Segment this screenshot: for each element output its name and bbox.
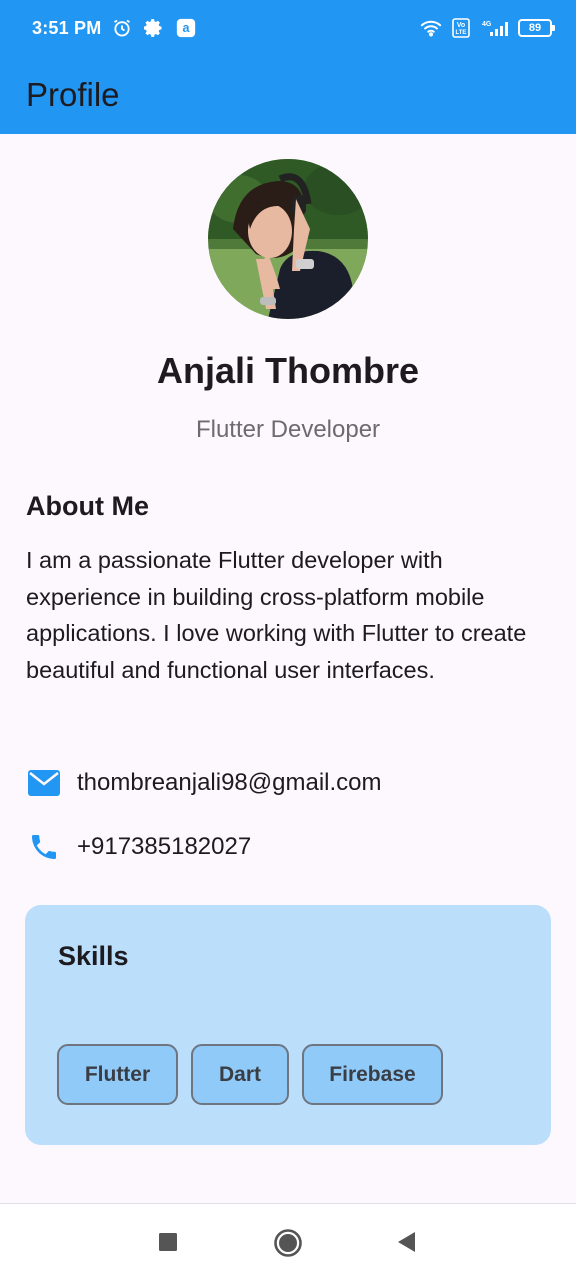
status-bar: 3:51 PM a Vo LTE 4G 89 [0, 0, 576, 56]
profile-name: Anjali Thombre [156, 350, 420, 391]
email-text: thombreanjali98@gmail.com [77, 769, 382, 796]
phone-row[interactable]: +917385182027 [26, 829, 251, 865]
profile-photo [208, 159, 368, 319]
phone-icon [26, 829, 62, 865]
status-right: Vo LTE 4G 89 [420, 17, 555, 39]
app-icon: a [175, 17, 197, 39]
status-left: 3:51 PM a [32, 17, 197, 39]
back-button[interactable] [391, 1227, 421, 1257]
settings-icon [143, 17, 165, 39]
skill-chip-dart[interactable]: Dart [191, 1044, 289, 1105]
email-icon [26, 765, 62, 801]
status-time: 3:51 PM [32, 17, 102, 38]
circle-icon [274, 1229, 302, 1257]
square-icon [159, 1233, 177, 1251]
skills-card: Skills Flutter Dart Firebase [25, 905, 551, 1145]
recent-apps-button[interactable] [153, 1227, 183, 1257]
battery-icon: 89 [518, 19, 555, 37]
skills-chips: Flutter Dart Firebase [57, 1044, 443, 1105]
email-row[interactable]: thombreanjali98@gmail.com [26, 765, 382, 801]
about-text: I am a passionate Flutter developer with… [26, 547, 527, 684]
svg-text:Vo: Vo [457, 22, 465, 29]
home-button[interactable] [272, 1227, 304, 1259]
profile-avatar [208, 159, 368, 319]
volte-icon: Vo LTE [450, 17, 472, 39]
system-nav-bar [0, 1204, 576, 1280]
skill-chip-firebase[interactable]: Firebase [302, 1044, 443, 1105]
svg-text:a: a [183, 21, 191, 35]
phone-text: +917385182027 [77, 833, 252, 860]
signal-icon: 4G [480, 17, 510, 39]
skill-chip-flutter[interactable]: Flutter [57, 1044, 178, 1105]
page-title: Profile [26, 76, 120, 113]
svg-text:LTE: LTE [456, 30, 467, 36]
about-heading: About Me [26, 491, 149, 521]
profile-role: Flutter Developer [195, 416, 381, 443]
alarm-icon [111, 17, 133, 39]
wifi-icon [420, 17, 442, 39]
triangle-back-icon [398, 1232, 415, 1252]
app-bar: Profile [0, 56, 576, 134]
network-type: 4G [482, 21, 492, 28]
skills-heading: Skills [58, 941, 129, 971]
